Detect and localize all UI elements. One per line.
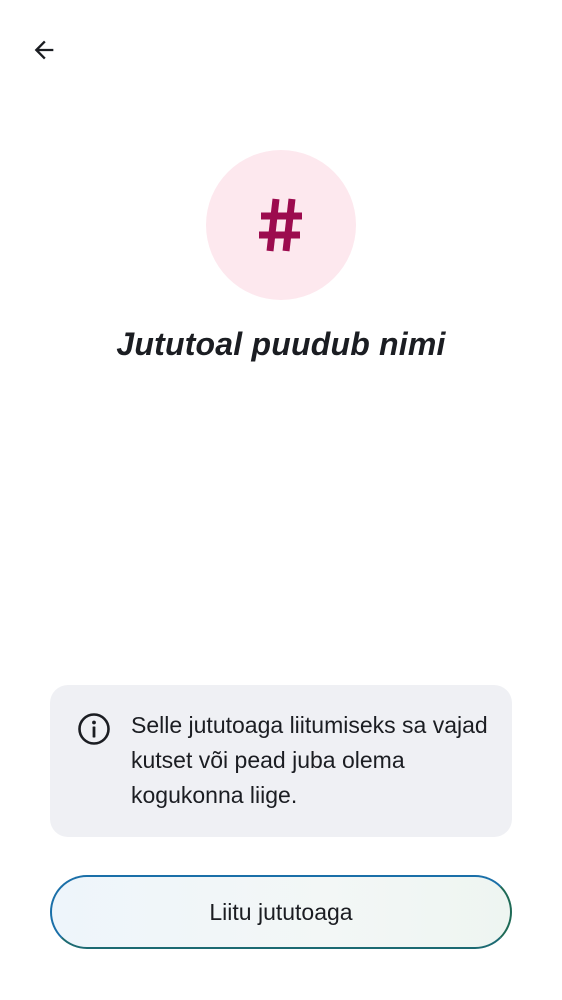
- info-card: Selle jututoaga liitumiseks sa vajad kut…: [50, 685, 512, 837]
- join-room-button[interactable]: Liitu jututoaga: [50, 875, 512, 949]
- room-title: Jututoal puudub nimi: [116, 326, 446, 362]
- back-button[interactable]: [20, 26, 68, 74]
- hash-icon: [259, 198, 302, 252]
- info-icon: [76, 711, 112, 747]
- room-avatar: [206, 150, 356, 300]
- info-message: Selle jututoaga liitumiseks sa vajad kut…: [131, 712, 488, 808]
- arrow-left-icon: [34, 40, 54, 60]
